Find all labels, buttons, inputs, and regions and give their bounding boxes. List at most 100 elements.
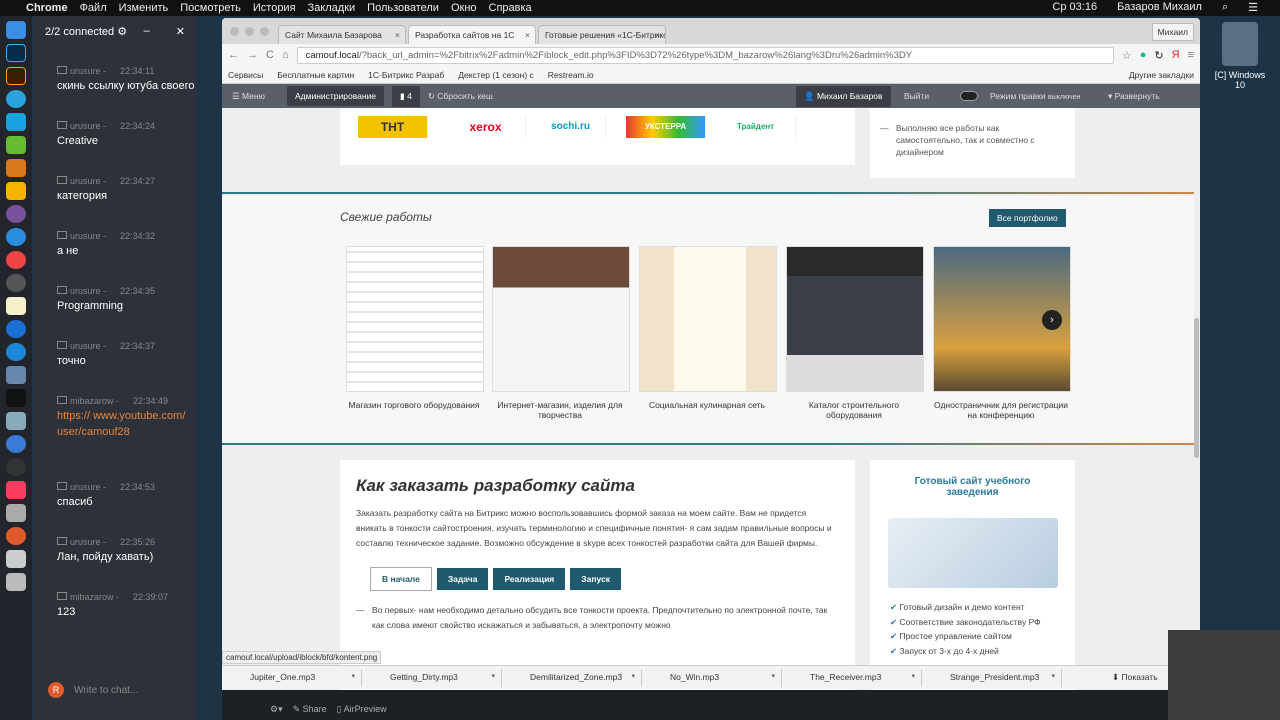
profile-button[interactable]: Михаил bbox=[1151, 23, 1194, 41]
chrome-icon[interactable] bbox=[6, 251, 26, 269]
bookmark-1[interactable]: Бесплатные картин bbox=[277, 70, 354, 80]
app-icon[interactable] bbox=[6, 320, 26, 338]
app-icon[interactable] bbox=[6, 182, 26, 200]
work-caption[interactable]: Интернет-магазин, изделия для творчества bbox=[490, 400, 630, 420]
app-icon[interactable] bbox=[6, 412, 26, 430]
preview-icon[interactable] bbox=[6, 366, 26, 384]
evernote-icon[interactable] bbox=[6, 136, 26, 154]
step-tab-task[interactable]: Задача bbox=[436, 568, 489, 590]
chat-input[interactable]: R Write to chat... bbox=[48, 682, 138, 698]
download-item[interactable]: The_Receiver.mp3 bbox=[784, 668, 922, 687]
edit-mode-toggle[interactable] bbox=[960, 91, 978, 101]
chat-input-placeholder[interactable]: Write to chat... bbox=[74, 685, 138, 696]
show-all-downloads[interactable]: ⬇ Показать bbox=[1112, 672, 1158, 683]
tab-3[interactable]: Готовые решения «1С-Битрикс» × bbox=[538, 25, 666, 44]
home-icon[interactable]: ⌂ bbox=[282, 49, 289, 61]
step-tab-start[interactable]: В начале bbox=[370, 567, 432, 591]
photoshop-icon[interactable] bbox=[6, 44, 26, 62]
sublime-icon[interactable] bbox=[6, 159, 26, 177]
menu-bookmarks[interactable]: Закладки bbox=[308, 2, 356, 14]
download-item[interactable]: Demilitarized_Zone.mp3 bbox=[504, 668, 642, 687]
search-icon[interactable]: ⌕ bbox=[1222, 1, 1228, 14]
edge-icon[interactable] bbox=[6, 343, 26, 361]
notes-icon[interactable] bbox=[6, 297, 26, 315]
menu-users[interactable]: Пользователи bbox=[367, 2, 439, 14]
logout-link[interactable]: Выйти bbox=[904, 91, 929, 101]
next-arrow-icon[interactable]: › bbox=[1042, 310, 1062, 330]
close-tab-icon[interactable]: × bbox=[395, 30, 400, 40]
menubar-user[interactable]: Базаров Михаил bbox=[1117, 1, 1202, 14]
work-thumb-3[interactable] bbox=[639, 246, 777, 392]
tab-2[interactable]: Разработка сайтов на 1С × bbox=[408, 25, 536, 44]
menu-button[interactable]: ☰ Меню bbox=[232, 91, 265, 102]
zoom-window-button[interactable] bbox=[260, 27, 269, 36]
star-icon[interactable]: ☆ bbox=[1122, 49, 1132, 62]
all-portfolio-button[interactable]: Все портфолио bbox=[989, 209, 1066, 227]
yandex-icon[interactable]: Я bbox=[1172, 49, 1180, 61]
bookmark-3[interactable]: Декстер (1 сезон) с bbox=[458, 70, 534, 80]
restream-icon[interactable] bbox=[6, 527, 26, 545]
download-item[interactable]: No_Win.mp3 bbox=[644, 668, 782, 687]
administration-button[interactable]: Администрирование bbox=[286, 86, 385, 106]
bookmark-2[interactable]: 1С-Битрикс Разраб bbox=[368, 70, 444, 80]
app-icon[interactable] bbox=[6, 458, 26, 476]
download-item[interactable]: Jupiter_One.mp3 bbox=[224, 668, 362, 687]
reload-icon[interactable]: C bbox=[266, 49, 274, 61]
minimize-button[interactable]: – bbox=[144, 25, 150, 38]
close-tab-icon[interactable]: × bbox=[525, 30, 530, 40]
expand-button[interactable]: ▾ Развернуть bbox=[1108, 91, 1160, 102]
work-caption[interactable]: Одностраничник для регистрации на конфер… bbox=[931, 400, 1071, 420]
work-caption[interactable]: Социальная кулинарная сеть bbox=[637, 400, 777, 410]
work-thumb-2[interactable] bbox=[492, 246, 630, 392]
menu-window[interactable]: Окно bbox=[451, 2, 477, 14]
bookmark-services[interactable]: Сервисы bbox=[228, 70, 263, 80]
calendar-icon[interactable] bbox=[6, 435, 26, 453]
tab-1[interactable]: Сайт Михаила Базарова × bbox=[278, 25, 406, 44]
app-icon[interactable] bbox=[6, 504, 26, 522]
airpreview-button[interactable]: ▯ AirPreview bbox=[337, 704, 387, 715]
other-bookmarks[interactable]: Другие закладки bbox=[1129, 70, 1194, 80]
sync-icon[interactable]: ↻ bbox=[1154, 49, 1163, 62]
notifications-button[interactable]: ▮ 4 bbox=[392, 85, 420, 107]
promo-title[interactable]: Готовый сайт учебного заведения bbox=[870, 460, 1075, 498]
chrome-menu-icon[interactable]: ≡ bbox=[1188, 49, 1194, 61]
url-input[interactable]: camouf.local/?back_url_admin=%2Fbitrix%2… bbox=[296, 46, 1114, 64]
work-thumb-1[interactable] bbox=[346, 246, 484, 392]
menu-help[interactable]: Справка bbox=[489, 2, 532, 14]
step-tab-implementation[interactable]: Реализация bbox=[493, 568, 566, 590]
work-caption[interactable]: Магазин торгового оборудования bbox=[344, 400, 484, 410]
gear-icon[interactable]: ⚙▾ bbox=[270, 704, 283, 715]
work-thumb-4[interactable] bbox=[786, 246, 924, 392]
obs-icon[interactable] bbox=[6, 274, 26, 292]
step-tab-launch[interactable]: Запуск bbox=[570, 568, 621, 590]
itunes-icon[interactable] bbox=[6, 481, 26, 499]
terminal-icon[interactable] bbox=[6, 389, 26, 407]
clear-cache-button[interactable]: ↻ Сбросить кеш bbox=[428, 91, 493, 102]
close-window-button[interactable] bbox=[230, 27, 239, 36]
downloads-icon[interactable] bbox=[6, 550, 26, 568]
share-button[interactable]: ✎ Share bbox=[293, 704, 327, 715]
download-item[interactable]: Strange_President.mp3 bbox=[924, 668, 1062, 687]
desktop-drive[interactable]: [C] Windows 10 bbox=[1210, 22, 1270, 90]
clock[interactable]: Ср 03:16 bbox=[1052, 1, 1097, 14]
telegram-icon[interactable] bbox=[6, 90, 26, 108]
illustrator-icon[interactable] bbox=[6, 67, 26, 85]
forward-icon[interactable]: → bbox=[247, 49, 258, 61]
chat-text[interactable]: https:// www.youtube.com/ user/camouf28 bbox=[57, 408, 196, 440]
close-icon[interactable]: ✕ bbox=[176, 25, 185, 38]
user-button[interactable]: 👤 Михаил Базаров bbox=[796, 85, 891, 107]
close-tab-icon[interactable]: × bbox=[655, 30, 660, 40]
minimize-window-button[interactable] bbox=[245, 27, 254, 36]
menu-view[interactable]: Посмотреть bbox=[180, 2, 241, 14]
list-icon[interactable]: ☰ bbox=[1248, 1, 1258, 14]
viber-icon[interactable] bbox=[6, 205, 26, 223]
safari-icon[interactable] bbox=[6, 228, 26, 246]
work-caption[interactable]: Каталог строительного оборудования bbox=[784, 400, 924, 420]
finder-icon[interactable] bbox=[6, 21, 26, 39]
bookmark-4[interactable]: Restream.io bbox=[548, 70, 594, 80]
scrollbar[interactable] bbox=[1194, 318, 1199, 458]
app-icon[interactable] bbox=[6, 113, 26, 131]
menu-history[interactable]: История bbox=[253, 2, 296, 14]
menu-app[interactable]: Chrome bbox=[26, 2, 68, 14]
window-controls[interactable] bbox=[230, 27, 269, 36]
